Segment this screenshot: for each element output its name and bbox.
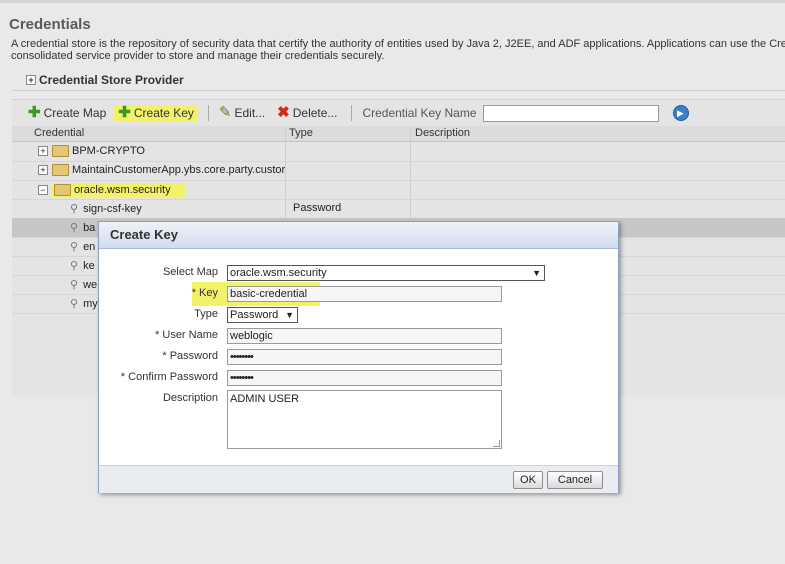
credential-name: ke: [83, 259, 95, 272]
cancel-button[interactable]: Cancel: [547, 471, 603, 489]
dropdown-arrow-icon[interactable]: ▼: [285, 308, 294, 322]
collapse-icon[interactable]: −: [38, 185, 48, 195]
key-icon: ⚲: [70, 222, 79, 234]
description-label: Description: [162, 392, 218, 404]
type-select[interactable]: Password ▼: [227, 307, 298, 323]
required-marker: *: [162, 350, 167, 362]
plus-icon: ✚: [118, 104, 131, 121]
page-title: Credentials: [9, 16, 91, 33]
resize-grip-icon[interactable]: [493, 440, 500, 447]
password-label: * Password: [162, 350, 218, 362]
table-row[interactable]: + MaintainCustomerApp.ybs.core.party.cus…: [12, 161, 785, 181]
credential-name: oracle.wsm.security: [74, 184, 171, 196]
page-description: A credential store is the repository of …: [11, 38, 785, 62]
select-map-label: Select Map: [162, 266, 218, 278]
credential-name: we: [83, 278, 98, 291]
type-value: Password: [230, 309, 279, 321]
credential-key-name-input[interactable]: [482, 104, 659, 122]
create-key-dialog: Create Key Select Map oracle.wsm.securit…: [98, 221, 619, 493]
create-key-button[interactable]: ✚ Create Key: [114, 105, 198, 121]
expand-icon[interactable]: +: [26, 75, 36, 85]
description-value: ADMIN USER: [230, 393, 300, 405]
delete-label: Delete...: [292, 106, 338, 120]
delete-button[interactable]: ✖ Delete...: [273, 105, 341, 121]
required-marker: *: [120, 371, 126, 383]
credential-name: MaintainCustomerApp.ybs.core.party.custo…: [72, 164, 286, 176]
page-description-line-2: consolidated service provider to store a…: [11, 50, 385, 62]
credential-store-provider-section[interactable]: + Credential Store Provider: [26, 73, 184, 87]
dialog-footer: OK Cancel: [99, 465, 618, 493]
credential-name: my: [83, 297, 98, 310]
folder-icon: [52, 145, 69, 157]
folder-icon: [54, 184, 71, 196]
highlighted-map: oracle.wsm.security: [52, 183, 185, 197]
ok-button[interactable]: OK: [513, 471, 543, 489]
edit-label: Edit...: [234, 106, 266, 120]
page-description-line-1: A credential store is the repository of …: [11, 38, 785, 50]
user-name-label: * User Name: [155, 329, 218, 341]
key-icon: ⚲: [70, 298, 79, 310]
required-marker: *: [155, 329, 160, 341]
key-label-text: Key: [199, 287, 218, 299]
select-map-dropdown[interactable]: oracle.wsm.security ▼: [227, 265, 545, 281]
table-row[interactable]: − oracle.wsm.security: [12, 180, 785, 200]
create-map-label: Create Map: [43, 106, 107, 120]
pencil-icon: ✎: [218, 104, 232, 121]
select-map-value: oracle.wsm.security: [230, 267, 327, 279]
section-header-label: Credential Store Provider: [39, 73, 184, 87]
plus-icon: ✚: [28, 104, 41, 121]
create-key-label: Create Key: [133, 106, 194, 120]
confirm-password-field[interactable]: ••••••••: [227, 370, 502, 386]
description-textarea[interactable]: ADMIN USER: [227, 390, 502, 449]
key-icon: ⚲: [70, 279, 79, 291]
delete-x-icon: ✖: [277, 104, 290, 121]
section-divider: [12, 90, 785, 91]
toolbar-separator: [207, 105, 209, 121]
toolbar-separator: [351, 105, 353, 121]
search-go-icon[interactable]: ▶: [672, 105, 689, 121]
top-divider: [0, 0, 785, 3]
key-icon: ⚲: [70, 260, 79, 272]
credential-type: Password: [293, 202, 342, 214]
table-row[interactable]: ⚲ sign-csf-key Password: [12, 199, 785, 219]
expand-icon[interactable]: +: [38, 165, 48, 175]
table-header: Credential Type Description: [12, 126, 785, 142]
credential-key-name-label: Credential Key Name: [362, 106, 477, 120]
edit-button[interactable]: ✎ Edit...: [215, 105, 269, 121]
credentials-toolbar: ✚ Create Map ✚ Create Key ✎ Edit... ✖ De…: [12, 102, 785, 124]
key-field[interactable]: basic-credential: [227, 286, 502, 302]
column-header-description[interactable]: Description: [415, 127, 470, 139]
table-row[interactable]: + BPM-CRYPTO: [12, 142, 785, 162]
key-icon: ⚲: [70, 241, 79, 253]
user-name-label-text: User Name: [162, 329, 218, 341]
password-field[interactable]: ••••••••: [227, 349, 502, 365]
key-icon: ⚲: [70, 203, 79, 215]
credential-name: en: [83, 240, 96, 253]
credential-name: ba: [83, 221, 96, 234]
column-header-type[interactable]: Type: [289, 127, 313, 139]
key-label: * Key: [192, 287, 218, 299]
dialog-title[interactable]: Create Key: [99, 222, 618, 249]
credential-name: sign-csf-key: [83, 202, 142, 215]
confirm-password-label-text: Confirm Password: [128, 371, 218, 383]
type-label: Type: [194, 308, 218, 320]
credential-name: BPM-CRYPTO: [72, 145, 145, 157]
create-map-button[interactable]: ✚ Create Map: [24, 105, 110, 121]
column-header-credential[interactable]: Credential: [34, 127, 84, 139]
expand-icon[interactable]: +: [38, 146, 48, 156]
user-name-field[interactable]: weblogic: [227, 328, 502, 344]
confirm-password-label: * Confirm Password: [121, 371, 218, 383]
folder-icon: [52, 164, 69, 176]
password-label-text: Password: [169, 350, 218, 362]
dropdown-arrow-icon[interactable]: ▼: [532, 266, 541, 280]
required-marker: *: [191, 287, 196, 299]
